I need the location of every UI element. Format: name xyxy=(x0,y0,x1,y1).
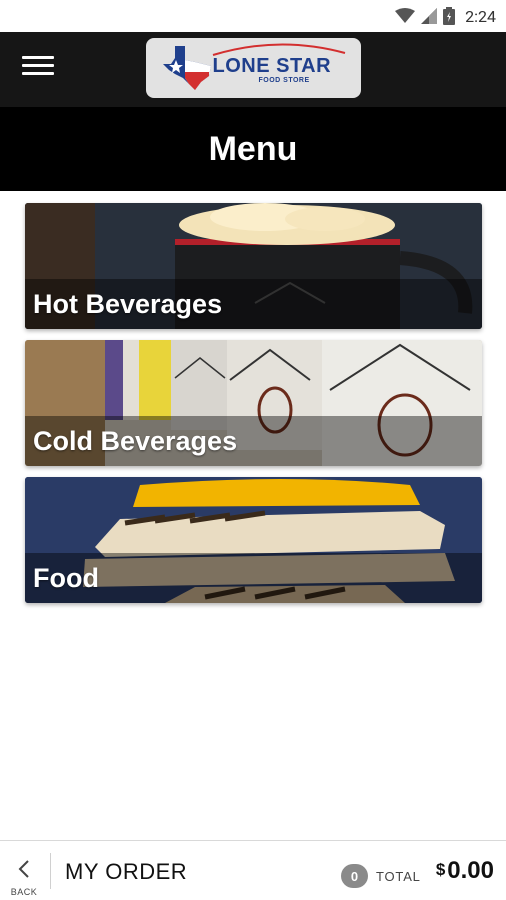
battery-icon xyxy=(443,7,456,25)
signal-icon xyxy=(421,8,438,24)
logo-content: LONE STAR FOOD STORE xyxy=(159,43,349,93)
category-label: Food xyxy=(33,562,99,593)
total-amount: $0.00 xyxy=(436,857,494,885)
back-button[interactable]: BACK xyxy=(8,855,40,899)
hamburger-menu-icon[interactable] xyxy=(18,54,58,84)
category-card-food[interactable]: Food xyxy=(25,477,482,603)
chevron-left-icon xyxy=(18,860,29,878)
divider xyxy=(50,853,51,889)
texas-flag-icon xyxy=(162,46,211,90)
status-time: 2:24 xyxy=(465,6,496,26)
brand-logo[interactable]: LONE STAR FOOD STORE xyxy=(146,38,361,98)
total-value: 0.00 xyxy=(447,857,494,884)
page-title: Menu xyxy=(208,129,298,168)
page-header: Menu xyxy=(0,107,506,191)
category-label: Hot Beverages xyxy=(33,288,223,319)
category-label: Cold Beverages xyxy=(33,425,238,456)
app-bar: LONE STAR FOOD STORE xyxy=(0,32,506,107)
status-bar: 2:24 xyxy=(0,0,506,32)
total-label: TOTAL xyxy=(376,869,421,884)
logo-subtitle: FOOD STORE xyxy=(258,77,310,84)
logo-title: LONE STAR xyxy=(212,55,332,77)
category-card-hot-beverages[interactable]: Hot Beverages xyxy=(25,203,482,329)
category-label-bar: Cold Beverages xyxy=(25,416,482,466)
my-order-button[interactable]: MY ORDER xyxy=(65,859,187,885)
wifi-icon xyxy=(395,8,416,24)
currency-symbol: $ xyxy=(435,860,446,879)
category-label-bar: Food xyxy=(25,553,482,603)
category-label-bar: Hot Beverages xyxy=(25,279,482,329)
category-card-cold-beverages[interactable]: Cold Beverages xyxy=(25,340,482,466)
back-label: BACK xyxy=(10,887,38,897)
bottom-order-bar: BACK MY ORDER 0 TOTAL $0.00 xyxy=(0,840,506,900)
app-screen: 2:24 LONE STAR FOOD STORE Menu Hot Bever… xyxy=(0,0,506,900)
order-count-badge: 0 xyxy=(341,864,368,888)
